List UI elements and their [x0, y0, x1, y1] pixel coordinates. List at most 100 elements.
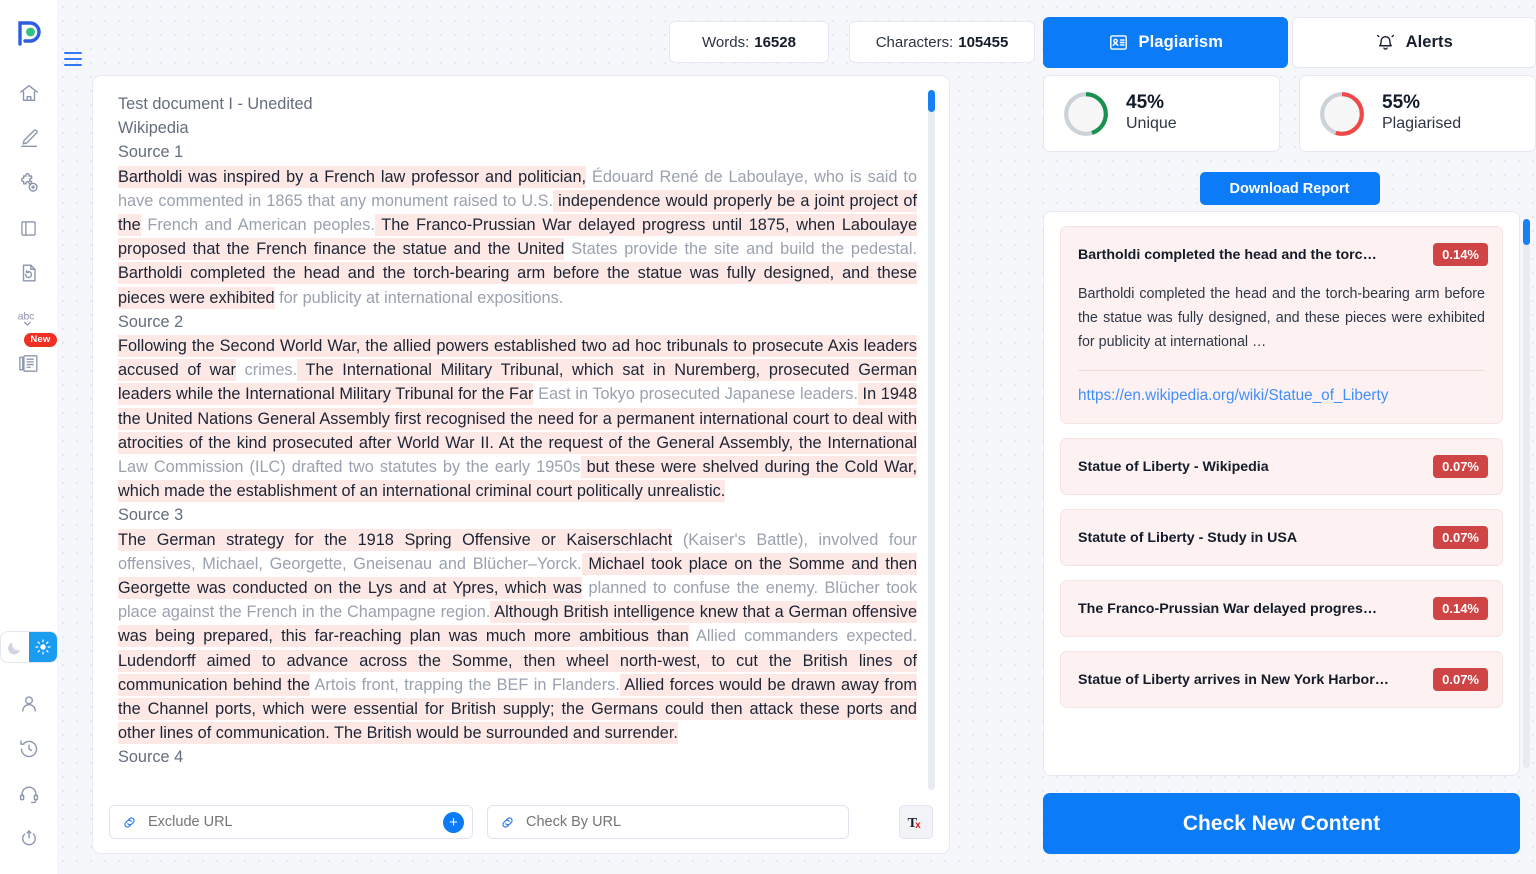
- download-report-button[interactable]: Download Report: [1199, 172, 1380, 205]
- unique-text-run: crimes.: [235, 361, 298, 380]
- unique-score-card: 45% Unique: [1043, 75, 1280, 152]
- word-count-pill: Words: 16528: [669, 21, 829, 63]
- unique-text-run: Allied commanders expected.: [688, 627, 917, 646]
- app-logo[interactable]: [12, 16, 46, 50]
- result-header[interactable]: Statue of Liberty - Wikipedia 0.07%: [1061, 439, 1502, 494]
- result-match-percent: 0.07%: [1433, 668, 1488, 691]
- plagiarised-text-run: the need for a permanent international c…: [505, 407, 917, 430]
- hamburger-line: [64, 58, 82, 60]
- result-header[interactable]: Statute of Liberty - Study in USA 0.07%: [1061, 510, 1502, 565]
- results-scrollbar-thumb[interactable]: [1523, 219, 1530, 245]
- plagiarism-results-panel: 45% Unique 55% Plagiarised Download Repo…: [1043, 75, 1536, 854]
- theme-toggle-dark[interactable]: [1, 632, 29, 662]
- svg-text:x: x: [915, 820, 921, 831]
- result-match-percent: 0.07%: [1433, 455, 1488, 478]
- editor-scrollbar-track[interactable]: [928, 90, 935, 790]
- result-snippet: Bartholdi completed the head and the tor…: [1078, 286, 1485, 350]
- sidebar-item-articles[interactable]: New: [8, 333, 57, 384]
- check-by-url-field[interactable]: [487, 805, 849, 839]
- sun-icon: [34, 639, 51, 655]
- document-title: Test document I - Unedited: [118, 95, 313, 113]
- check-by-url-input[interactable]: [526, 814, 840, 830]
- theme-toggle[interactable]: [0, 631, 58, 663]
- result-item[interactable]: The Franco-Prussian War delayed progres……: [1060, 580, 1503, 637]
- sidebar-item-document-history[interactable]: [8, 252, 50, 294]
- character-count-value: 105455: [958, 33, 1009, 51]
- result-header[interactable]: Bartholdi completed the head and the tor…: [1061, 227, 1502, 282]
- unique-text-run: States provide the site and build the pe…: [564, 240, 917, 259]
- sidebar-item-history[interactable]: [8, 728, 50, 770]
- result-header[interactable]: Statue of Liberty arrives in New York Ha…: [1061, 652, 1502, 707]
- tab-alerts[interactable]: Alerts: [1291, 17, 1536, 68]
- document-history-icon: [22, 264, 36, 282]
- unique-score-percent: 45%: [1126, 92, 1165, 114]
- check-new-content-button[interactable]: Check New Content: [1043, 793, 1520, 854]
- plagiarised-text-run: The German strategy for the 1918 Spring …: [118, 528, 673, 551]
- add-exclude-url-button[interactable]: +: [443, 811, 464, 833]
- plagiarised-score-card: 55% Plagiarised: [1299, 75, 1536, 152]
- character-count-pill: Characters: 105455: [849, 21, 1035, 63]
- sidebar-item-edit[interactable]: [8, 117, 50, 159]
- character-count-label: Characters:: [875, 33, 954, 51]
- result-item[interactable]: Statute of Liberty - Study in USA 0.07%: [1060, 509, 1503, 566]
- result-source-url[interactable]: https://en.wikipedia.org/wiki/Statue_of_…: [1061, 371, 1502, 423]
- result-item[interactable]: Statue of Liberty arrives in New York Ha…: [1060, 651, 1503, 708]
- result-title: Bartholdi completed the head and the tor…: [1078, 246, 1377, 263]
- sidebar-item-account[interactable]: [8, 683, 50, 725]
- result-match-percent: 0.07%: [1433, 526, 1488, 549]
- plagiarised-text-run: was conducted on the Lys and at Ypres, w…: [190, 577, 583, 600]
- result-header[interactable]: The Franco-Prussian War delayed progres……: [1061, 581, 1502, 636]
- plagiarised-donut-chart: [1320, 91, 1364, 136]
- home-icon: [19, 84, 38, 102]
- plagiarised-score-text: 55% Plagiarised: [1382, 92, 1461, 134]
- plagiarised-text-run: Ludendorff aimed to advance across the S…: [118, 649, 609, 672]
- unique-text-run: Law Commission (ILC) drafted two statute…: [118, 458, 581, 477]
- unique-text-run: for publicity at international expositio…: [274, 288, 564, 307]
- editor-scrollbar-thumb[interactable]: [928, 90, 935, 112]
- source-paragraph[interactable]: Bartholdi was inspired by a French law p…: [118, 165, 917, 310]
- hamburger-line: [64, 52, 82, 54]
- sidebar-item-support[interactable]: [8, 773, 50, 815]
- plagiarised-text-run: atrocities of the kind prosecuted after …: [118, 431, 494, 454]
- plagiarised-text-run: At the request of the General Assembly, …: [493, 431, 917, 454]
- document-text[interactable]: Test document I - Unedited Wikipedia Sourc…: [118, 92, 918, 770]
- sidebar-item-documents[interactable]: [8, 207, 50, 249]
- sidebar-item-home[interactable]: [8, 72, 50, 114]
- result-item[interactable]: Statue of Liberty - Wikipedia 0.07%: [1060, 438, 1503, 495]
- new-badge: New: [24, 333, 57, 348]
- tab-plagiarism[interactable]: Plagiarism: [1043, 17, 1288, 68]
- exclude-url-field[interactable]: +: [109, 805, 473, 839]
- puzzle-add-icon: [21, 172, 38, 192]
- user-account-icon: [21, 696, 36, 712]
- link-chain-icon: [124, 816, 135, 828]
- document-editor-scroll-area[interactable]: Test document I - Unedited Wikipedia Sourc…: [93, 76, 949, 791]
- left-sidebar: abc New: [0, 0, 58, 874]
- plagiarised-text-run: The British would be surrounded and surr…: [329, 722, 678, 745]
- sidebar-item-integrations[interactable]: [8, 162, 50, 204]
- theme-toggle-light[interactable]: [28, 632, 57, 662]
- results-list: Bartholdi completed the head and the tor…: [1060, 226, 1503, 708]
- source-paragraph[interactable]: The German strategy for the 1918 Spring …: [118, 528, 917, 746]
- result-title: The Franco-Prussian War delayed progres…: [1078, 600, 1378, 617]
- exclude-url-input[interactable]: [148, 814, 443, 830]
- tab-alerts-label: Alerts: [1405, 33, 1453, 51]
- unique-text-run: French and American peoples.: [140, 216, 375, 235]
- sidebar-item-logout[interactable]: [8, 818, 50, 860]
- score-summary-row: 45% Unique 55% Plagiarised: [1043, 75, 1536, 152]
- result-item[interactable]: Bartholdi completed the head and the tor…: [1060, 226, 1503, 424]
- bell-icon: [1376, 34, 1394, 50]
- clear-formatting-button[interactable]: T x: [899, 805, 933, 839]
- sidebar-toggle-hamburger[interactable]: [64, 52, 82, 66]
- clock-history-icon: [19, 740, 37, 758]
- results-scrollbar-track[interactable]: [1523, 219, 1530, 768]
- source-paragraph[interactable]: Following the Second World War, the alli…: [118, 334, 918, 503]
- result-title: Statute of Liberty - Study in USA: [1078, 529, 1298, 546]
- plagiarised-text-run: Following the Second World War, the alli…: [118, 335, 607, 358]
- document-editor-card: Test document I - Unedited Wikipedia Sourc…: [92, 75, 950, 854]
- results-list-container: Bartholdi completed the head and the tor…: [1043, 211, 1520, 776]
- plagiarised-text-run: Bartholdi completed the head and the tor…: [118, 262, 600, 285]
- word-count-value: 16528: [754, 33, 796, 51]
- plagiarised-text-run: Bartholdi was inspired by a French law p…: [118, 165, 587, 188]
- moon-icon: [8, 641, 21, 654]
- plagiarism-checker-logo-icon: [17, 21, 41, 46]
